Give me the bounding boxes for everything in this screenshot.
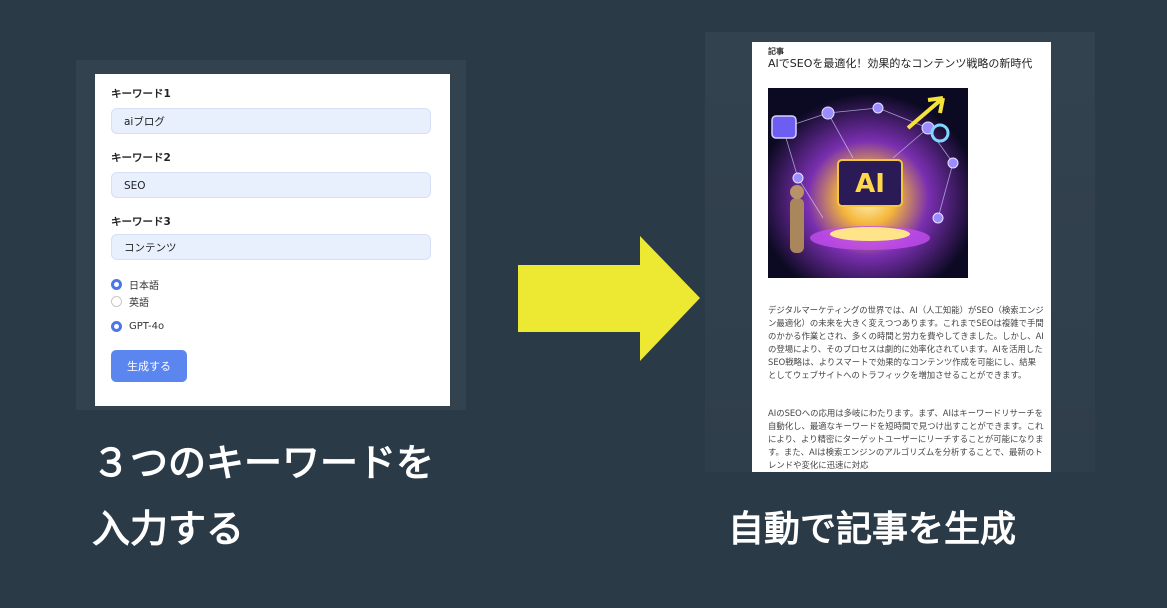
article-image-ai-illustration: AI	[768, 88, 968, 278]
keyword1-label: キーワード1	[111, 88, 171, 100]
language-option-english[interactable]: 英語	[111, 294, 149, 309]
article-image-text: AI	[855, 169, 885, 199]
arrow-right-icon	[518, 236, 700, 361]
keyword2-input[interactable]: SEO	[111, 172, 431, 198]
radio-unchecked-icon[interactable]	[111, 296, 122, 307]
article-preview: 記事 AIでSEOを最適化！効果的なコンテンツ戦略の新時代 AI デジタルマーケ…	[752, 42, 1051, 472]
model-label: GPT-4o	[129, 321, 165, 332]
left-caption: ３つのキーワードを 入力する	[92, 430, 434, 562]
article-title: AIでSEOを最適化！効果的なコンテンツ戦略の新時代	[768, 57, 1033, 70]
keyword1-input[interactable]: aiブログ	[111, 108, 431, 134]
model-option-gpt4o[interactable]: GPT-4o	[111, 321, 164, 332]
language-option-japanese[interactable]: 日本語	[111, 277, 159, 292]
radio-checked-icon[interactable]	[111, 321, 122, 332]
keyword2-label: キーワード2	[111, 152, 171, 164]
keyword3-label: キーワード3	[111, 216, 171, 228]
radio-checked-icon[interactable]	[111, 279, 122, 290]
language-label-japanese: 日本語	[129, 281, 159, 292]
keyword3-input[interactable]: コンテンツ	[111, 234, 431, 260]
language-label-english: 英語	[129, 298, 149, 309]
article-category: 記事	[768, 47, 784, 56]
left-caption-line1: ３つのキーワードを	[92, 441, 435, 485]
right-caption: 自動で記事を生成	[728, 509, 1017, 550]
article-paragraph-1: デジタルマーケティングの世界では、AI（人工知能）がSEO（検索エンジン最適化）…	[768, 305, 1044, 380]
generate-button[interactable]: 生成する	[111, 350, 187, 382]
keyword-form: キーワード1 aiブログ キーワード2 SEO キーワード3 コンテンツ 日本語…	[95, 74, 450, 406]
article-paragraph-2: AIのSEOへの応用は多岐にわたります。まず、AIはキーワードリサーチを自動化し…	[768, 408, 1044, 470]
left-caption-line2: 入力する	[92, 507, 245, 551]
